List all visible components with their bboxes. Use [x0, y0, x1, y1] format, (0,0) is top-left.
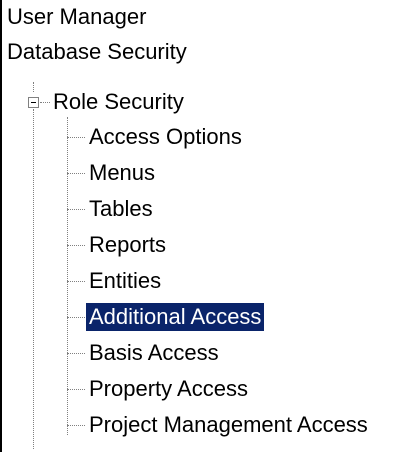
- tree-connector-vertical-root: [33, 82, 34, 92]
- tree-item-label: Tables: [89, 196, 153, 221]
- tree-item-role-security[interactable]: Role Security: [50, 87, 187, 117]
- tree-item-label: Entities: [89, 268, 162, 293]
- tree-connector-vertical-children: [67, 117, 68, 435]
- tree-connector-horizontal: [67, 209, 85, 210]
- tree-connector-vertical-root-down: [33, 109, 34, 449]
- tree-item-label: Additional Access: [86, 303, 265, 331]
- tree-item-label: Menus: [89, 160, 156, 185]
- tree-item-menus[interactable]: Menus: [86, 158, 158, 188]
- tree-item-label: Access Options: [89, 124, 242, 149]
- tree-connector-horizontal: [67, 245, 85, 246]
- tree-view: User Manager Database Security Role Secu…: [0, 0, 418, 452]
- tree-connector-horizontal: [67, 353, 85, 354]
- tree-item-property-access[interactable]: Property Access: [86, 374, 251, 404]
- tree-item-tables[interactable]: Tables: [86, 194, 156, 224]
- tree-item-label: Property Access: [89, 376, 248, 401]
- tree-item-label: Database Security: [7, 39, 187, 64]
- tree-item-label: Basis Access: [89, 340, 219, 365]
- tree-left-border: [0, 0, 2, 452]
- tree-item-user-manager[interactable]: User Manager: [4, 2, 149, 32]
- tree-item-label: Reports: [89, 232, 167, 257]
- tree-connector-horizontal-root: [40, 102, 50, 103]
- collapse-icon[interactable]: [28, 97, 39, 108]
- tree-connector-horizontal: [67, 173, 85, 174]
- tree-item-basis-access[interactable]: Basis Access: [86, 338, 222, 368]
- tree-connector-horizontal: [67, 389, 85, 390]
- tree-item-label: Project Management Access: [89, 412, 368, 437]
- tree-connector-horizontal: [67, 281, 85, 282]
- tree-connector-horizontal: [67, 425, 85, 426]
- tree-item-reports[interactable]: Reports: [86, 230, 169, 260]
- tree-item-label: Role Security: [53, 89, 184, 114]
- tree-item-entities[interactable]: Entities: [86, 266, 164, 296]
- tree-connector-horizontal: [67, 137, 85, 138]
- tree-item-label: User Manager: [7, 4, 147, 29]
- tree-item-project-management-access[interactable]: Project Management Access: [86, 410, 371, 440]
- tree-item-database-security[interactable]: Database Security: [4, 37, 190, 67]
- tree-item-additional-access[interactable]: Additional Access: [86, 302, 265, 332]
- tree-connector-horizontal: [67, 317, 85, 318]
- tree-item-access-options[interactable]: Access Options: [86, 122, 245, 152]
